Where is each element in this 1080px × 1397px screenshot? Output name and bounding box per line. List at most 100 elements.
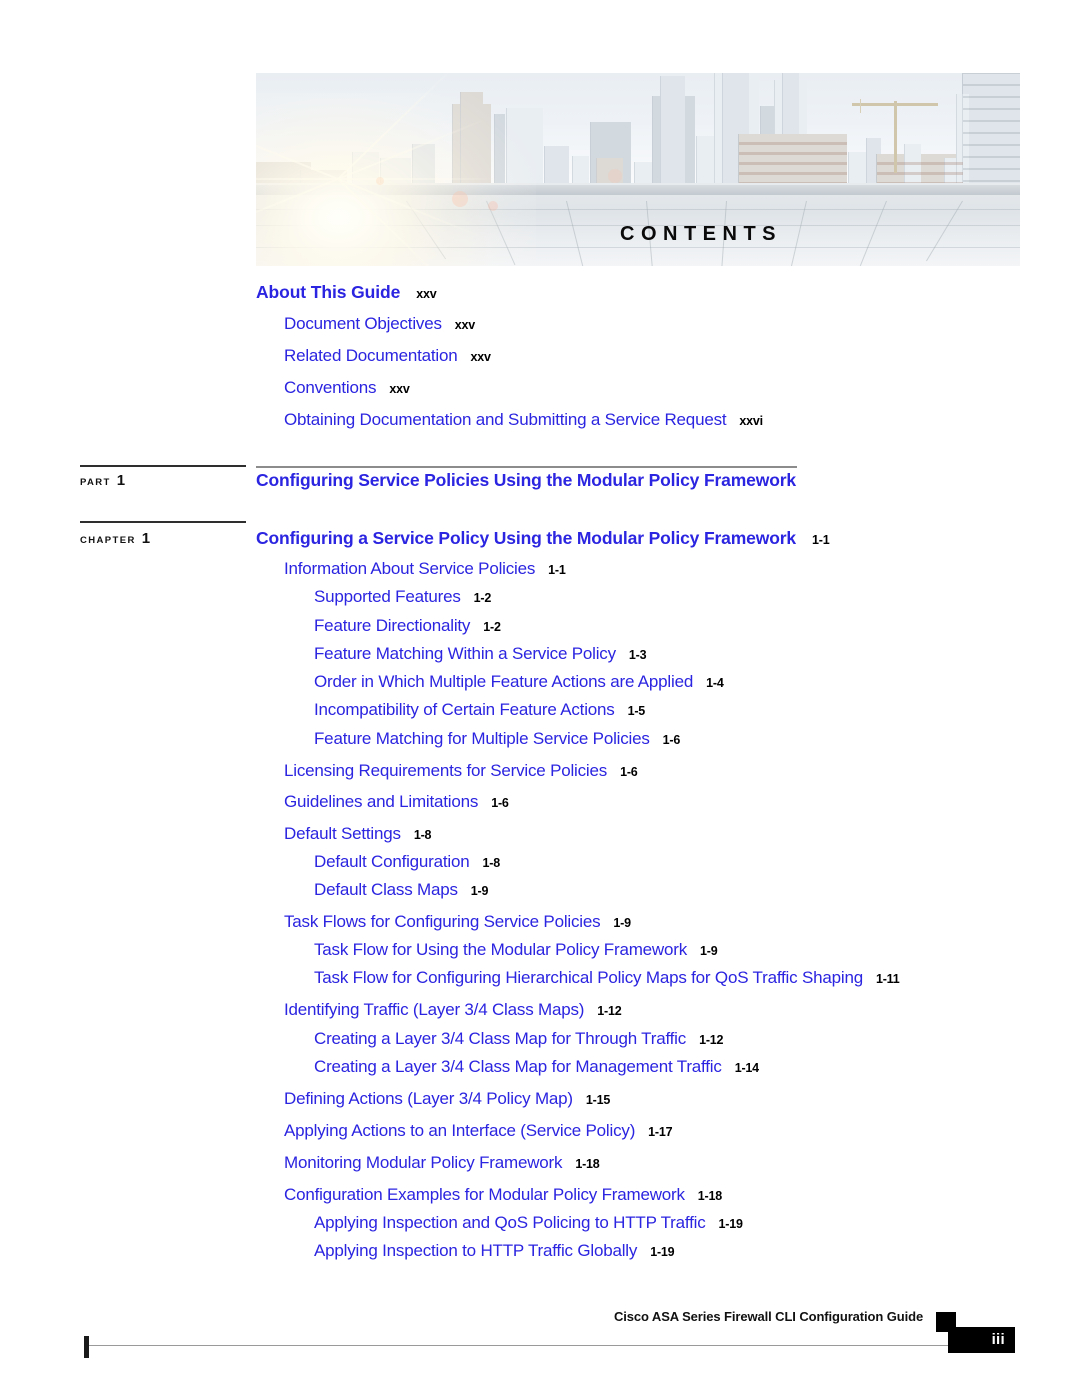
- toc-entry-related-documentation[interactable]: Related Documentation xxv: [284, 346, 491, 366]
- toc-entry-page: 1-3: [628, 648, 647, 662]
- toc-entry-configuration-examples-for-modular-policy-framework[interactable]: Configuration Examples for Modular Polic…: [284, 1185, 722, 1205]
- toc-entry-document-objectives[interactable]: Document Objectives xxv: [284, 314, 475, 334]
- toc-entry-page: xxv: [454, 318, 476, 332]
- toc-entry-page: 1-6: [491, 796, 509, 810]
- toc-entry-title: About This Guide: [256, 282, 401, 302]
- toc-entry-applying-inspection-to-http-traffic-globally[interactable]: Applying Inspection to HTTP Traffic Glob…: [314, 1241, 675, 1261]
- toc-entry-title: Obtaining Documentation and Submitting a…: [284, 410, 727, 429]
- crane-cable: [860, 99, 861, 113]
- toc-entry-page: 1-6: [620, 765, 638, 779]
- chapter-label: CHAPTER 1: [80, 530, 150, 547]
- toc-entry-page: 1-15: [585, 1093, 611, 1107]
- toc-entry-applying-inspection-and-qos-policing-to-http-traffic[interactable]: Applying Inspection and QoS Policing to …: [314, 1213, 743, 1233]
- toc-entry-title: Applying Inspection to HTTP Traffic Glob…: [314, 1241, 638, 1260]
- page-number: iii: [991, 1331, 1005, 1348]
- toc-entry-title: Creating a Layer 3/4 Class Map for Manag…: [314, 1057, 722, 1076]
- toc-entry-identifying-traffic[interactable]: Identifying Traffic (Layer 3/4 Class Map…: [284, 1000, 622, 1020]
- crane-arm-icon: [852, 103, 938, 106]
- toc-entry-title: Related Documentation: [284, 346, 458, 365]
- toc-entry-default-settings[interactable]: Default Settings 1-8: [284, 824, 432, 844]
- part-rule-right: [256, 466, 797, 468]
- footer-rule: [84, 1345, 959, 1346]
- toc-entry-title: Defining Actions (Layer 3/4 Policy Map): [284, 1089, 573, 1108]
- toc-entry-order-in-which-multiple-feature-actions-are-applied[interactable]: Order in Which Multiple Feature Actions …: [314, 672, 724, 692]
- toc-entry-page: xxv: [389, 382, 410, 396]
- toc-entry-page: 1-18: [697, 1189, 723, 1203]
- part-number: 1: [116, 472, 126, 489]
- toc-entry-default-class-maps[interactable]: Default Class Maps 1-9: [314, 880, 488, 900]
- toc-entry-title: Licensing Requirements for Service Polic…: [284, 761, 608, 780]
- toc-entry-title: Task Flows for Configuring Service Polic…: [284, 912, 601, 931]
- toc-entry-page: 1-17: [648, 1125, 673, 1139]
- building: [660, 76, 685, 198]
- toc-entry-title: Applying Actions to an Interface (Servic…: [284, 1121, 636, 1140]
- footer-left-tick: [84, 1336, 89, 1358]
- toc-entry-creating-a-layer-34-class-map-for-through-traffic[interactable]: Creating a Layer 3/4 Class Map for Throu…: [314, 1029, 723, 1049]
- toc-entry-title: Conventions: [284, 378, 377, 397]
- toc-entry-page: 1-5: [627, 704, 646, 718]
- part-title-text: Configuring Service Policies Using the M…: [256, 470, 796, 490]
- toc-entry-task-flow-for-configuring-hierarchical-policy-maps[interactable]: Task Flow for Configuring Hierarchical P…: [314, 968, 900, 988]
- toc-entry-page: 1-11: [875, 972, 900, 986]
- toc-heading-about-this-guide[interactable]: About This Guide xxv: [256, 282, 437, 303]
- toc-entry-title: Default Configuration: [314, 852, 470, 871]
- toc-entry-title: Task Flow for Using the Modular Policy F…: [314, 940, 688, 959]
- toc-entry-title: Information About Service Policies: [284, 559, 536, 578]
- toc-entry-title: Feature Directionality: [314, 616, 471, 635]
- toc-entry-page: 1-14: [734, 1061, 759, 1075]
- part-title[interactable]: Configuring Service Policies Using the M…: [256, 470, 796, 491]
- toc-entry-guidelines-and-limitations[interactable]: Guidelines and Limitations 1-6: [284, 792, 509, 812]
- toc-entry-title: Default Settings: [284, 824, 401, 843]
- page-number-box: iii: [948, 1327, 1015, 1353]
- toc-entry-title: Identifying Traffic (Layer 3/4 Class Map…: [284, 1000, 585, 1019]
- toc-entry-page: xxv: [416, 287, 437, 301]
- toc-entry-conventions[interactable]: Conventions xxv: [284, 378, 410, 398]
- toc-entry-feature-matching-for-multiple-service-policies[interactable]: Feature Matching for Multiple Service Po…: [314, 729, 680, 749]
- toc-entry-page: 1-18: [575, 1157, 600, 1171]
- toc-entry-task-flows-for-configuring-service-policies[interactable]: Task Flows for Configuring Service Polic…: [284, 912, 631, 932]
- toc-entry-incompatibility-of-certain-feature-actions[interactable]: Incompatibility of Certain Feature Actio…: [314, 700, 645, 720]
- toc-entry-page: 1-12: [597, 1004, 622, 1018]
- window-grid: [962, 73, 1020, 198]
- chapter-title[interactable]: Configuring a Service Policy Using the M…: [256, 528, 830, 549]
- toc-entry-monitoring-modular-policy-framework[interactable]: Monitoring Modular Policy Framework 1-18: [284, 1153, 600, 1173]
- chapter-page: 1-1: [811, 533, 830, 547]
- toc-entry-page: xxv: [470, 350, 491, 364]
- toc-entry-title: Incompatibility of Certain Feature Actio…: [314, 700, 615, 719]
- toc-entry-page: 1-9: [470, 884, 489, 898]
- toc-entry-creating-a-layer-34-class-map-for-management-traffic[interactable]: Creating a Layer 3/4 Class Map for Manag…: [314, 1057, 759, 1077]
- toc-entry-information-about-service-policies[interactable]: Information About Service Policies 1-1: [284, 559, 566, 579]
- toc-entry-page: xxvi: [739, 414, 763, 428]
- chapter-number: 1: [141, 530, 151, 547]
- toc-entry-obtaining-documentation[interactable]: Obtaining Documentation and Submitting a…: [284, 410, 763, 430]
- toc-entry-defining-actions[interactable]: Defining Actions (Layer 3/4 Policy Map) 1…: [284, 1089, 610, 1109]
- toc-entry-page: 1-2: [473, 591, 492, 605]
- toc-entry-applying-actions-to-an-interface[interactable]: Applying Actions to an Interface (Servic…: [284, 1121, 673, 1141]
- part-label-text: PART: [80, 477, 111, 488]
- toc-entry-feature-directionality[interactable]: Feature Directionality 1-2: [314, 616, 501, 636]
- toc-entry-licensing-requirements-for-service-policies[interactable]: Licensing Requirements for Service Polic…: [284, 761, 638, 781]
- toc-entry-title: Monitoring Modular Policy Framework: [284, 1153, 563, 1172]
- toc-entry-page: 1-12: [699, 1033, 724, 1047]
- toc-entry-page: 1-9: [613, 916, 631, 930]
- toc-entry-page: 1-6: [662, 733, 681, 747]
- toc-entry-title: Document Objectives: [284, 314, 442, 333]
- crane-mast-icon: [894, 101, 897, 173]
- toc-entry-title: Feature Matching for Multiple Service Po…: [314, 729, 650, 748]
- contents-heading: CONTENTS: [620, 223, 782, 245]
- toc-entry-default-configuration[interactable]: Default Configuration 1-8: [314, 852, 500, 872]
- toc-entry-page: 1-8: [413, 828, 432, 842]
- toc-entry-title: Feature Matching Within a Service Policy: [314, 644, 616, 663]
- toc-entry-page: 1-19: [650, 1245, 675, 1259]
- toc-entry-title: Guidelines and Limitations: [284, 792, 479, 811]
- part-label: PART 1: [80, 472, 125, 489]
- toc-entry-task-flow-for-using-the-modular-policy-framework[interactable]: Task Flow for Using the Modular Policy F…: [314, 940, 718, 960]
- toc-entry-supported-features[interactable]: Supported Features 1-2: [314, 587, 491, 607]
- toc-entry-title: Applying Inspection and QoS Policing to …: [314, 1213, 706, 1232]
- toc-entry-feature-matching-within-a-service-policy[interactable]: Feature Matching Within a Service Policy…: [314, 644, 647, 664]
- toc-entry-page: 1-1: [548, 563, 566, 577]
- toc-entry-page: 1-8: [482, 856, 501, 870]
- toc-entry-page: 1-4: [706, 676, 724, 690]
- toc-entry-title: Task Flow for Configuring Hierarchical P…: [314, 968, 863, 987]
- toc-entry-title: Order in Which Multiple Feature Actions …: [314, 672, 694, 691]
